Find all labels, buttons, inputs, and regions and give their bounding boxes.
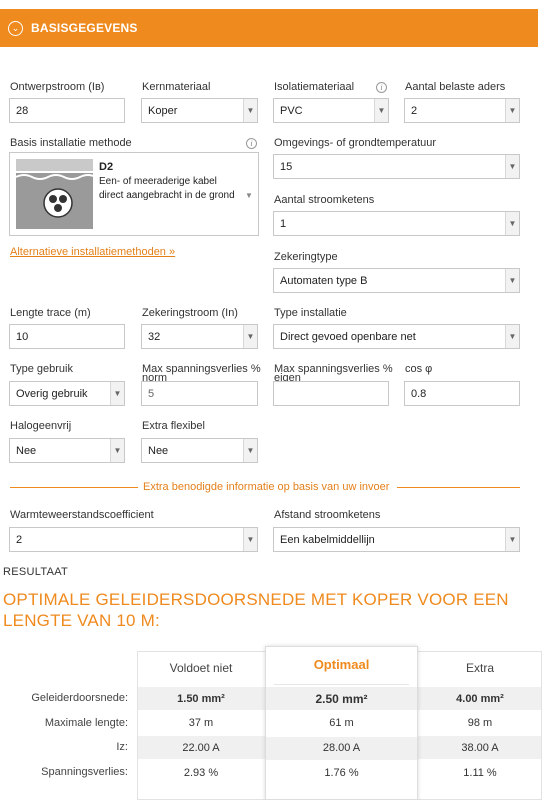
section-header-basisgegevens[interactable]: ⌄ BASISGEGEVENS xyxy=(0,9,538,47)
extra-flexibel-value: Nee xyxy=(148,444,169,457)
aantal-stroomketens-value: 1 xyxy=(280,217,287,230)
kernmateriaal-value: Koper xyxy=(148,104,178,117)
zekeringtype-select[interactable]: Automaten type B ▼ xyxy=(273,268,520,293)
chevron-circle-icon[interactable]: ⌄ xyxy=(8,20,23,36)
cell-geleiderdoorsnede-voldoet-niet: 1.50 mm² xyxy=(177,693,225,705)
type-installatie-value: Direct gevoed openbare net xyxy=(280,330,416,343)
row-label-geleiderdoorsnede: Geleiderdoorsnede: xyxy=(31,692,128,704)
buried-cable-illustration xyxy=(16,159,93,229)
divider-line-right xyxy=(397,487,520,488)
cell-iz-voldoet-niet: 22.00 A xyxy=(182,742,220,754)
column-header-optimaal: Optimaal xyxy=(313,657,370,672)
zekeringstroom-select[interactable]: 32 ▼ xyxy=(141,324,258,349)
ontwerpstroom-label: Ontwerpstroom (Iʙ) xyxy=(10,81,105,93)
extra-flexibel-label: Extra flexibel xyxy=(142,420,205,432)
section-title: BASISGEGEVENS xyxy=(31,21,138,35)
afstand-stroomketens-select[interactable]: Een kabelmiddellijn ▼ xyxy=(273,527,520,552)
zekeringstroom-value: 32 xyxy=(148,330,161,343)
row-label-spanningsverlies: Spanningsverlies: xyxy=(41,766,128,778)
chevron-down-icon: ▼ xyxy=(505,269,519,292)
cell-maximale-lengte-extra: 98 m xyxy=(467,717,493,729)
info-icon[interactable]: i xyxy=(246,138,257,149)
max-spanningsverlies-norm-input[interactable]: 5 xyxy=(141,381,258,406)
chevron-down-icon: ▼ xyxy=(505,528,519,551)
lengte-trace-label: Lengte trace (m) xyxy=(10,307,91,319)
afstand-stroomketens-value: Een kabelmiddellijn xyxy=(280,533,375,546)
result-section-label: RESULTAAT xyxy=(3,566,69,578)
afstand-stroomketens-label: Afstand stroomketens xyxy=(274,509,381,521)
halogeenvrij-label: Halogeenvrij xyxy=(10,420,72,432)
warmteweerstand-label: Warmteweerstandscoefficient xyxy=(10,509,154,521)
chevron-down-icon: ▼ xyxy=(243,528,257,551)
lengte-trace-input[interactable]: 10 xyxy=(9,324,125,349)
cell-geleiderdoorsnede-extra: 4.00 mm² xyxy=(456,693,504,705)
cell-geleiderdoorsnede-optimaal: 2.50 mm² xyxy=(315,692,368,706)
zekeringtype-label: Zekeringtype xyxy=(274,251,338,263)
type-gebruik-label: Type gebruik xyxy=(10,363,73,375)
type-gebruik-select[interactable]: Overig gebruik ▼ xyxy=(9,381,125,406)
warmteweerstand-select[interactable]: 2 ▼ xyxy=(9,527,258,552)
halogeenvrij-value: Nee xyxy=(16,444,37,457)
chevron-down-icon: ▼ xyxy=(243,99,257,122)
isolatiemateriaal-select[interactable]: PVC ▼ xyxy=(273,98,389,123)
isolatiemateriaal-label: Isolatiemateriaal xyxy=(274,81,355,93)
aantal-stroomketens-select[interactable]: 1 ▼ xyxy=(273,211,520,236)
aantal-belaste-aders-value: 2 xyxy=(411,104,418,117)
chevron-down-icon: ▼ xyxy=(110,439,124,462)
cell-spanningsverlies-optimaal: 1.76 % xyxy=(324,767,359,779)
basis-installatie-methode-label: Basis installatie methode xyxy=(10,137,132,149)
type-installatie-select[interactable]: Direct gevoed openbare net ▼ xyxy=(273,324,520,349)
alternatieve-installatiemethoden-link[interactable]: Alternatieve installatiemethoden » xyxy=(10,246,175,258)
chevron-down-icon: ▼ xyxy=(505,155,519,178)
installatie-methode-select[interactable]: D2 Een- of meeraderige kabel direct aang… xyxy=(9,152,259,236)
ontwerpstroom-input[interactable]: 28 xyxy=(9,98,125,123)
result-title: OPTIMALE GELEIDERSDOORSNEDE MET KOPER VO… xyxy=(3,590,509,630)
cell-iz-extra: 38.00 A xyxy=(461,742,499,754)
kernmateriaal-label: Kernmateriaal xyxy=(142,81,211,93)
isolatiemateriaal-value: PVC xyxy=(280,104,303,117)
methode-description-line2: direct aangebracht in de grond xyxy=(99,190,235,201)
row-label-iz: Iz: xyxy=(116,741,128,753)
omgevingstemperatuur-select[interactable]: 15 ▼ xyxy=(273,154,520,179)
cell-spanningsverlies-voldoet-niet: 2.93 % xyxy=(183,767,219,779)
cell-maximale-lengte-optimaal: 61 m xyxy=(329,717,354,729)
aantal-stroomketens-label: Aantal stroomketens xyxy=(274,194,375,206)
caret-down-icon: ▼ xyxy=(245,191,253,200)
chevron-down-icon: ▼ xyxy=(505,99,519,122)
chevron-down-icon: ▼ xyxy=(374,99,388,122)
info-icon[interactable]: i xyxy=(376,82,387,93)
omgevingstemperatuur-label: Omgevings- of grondtemperatuur xyxy=(274,137,437,149)
max-spanningsverlies-eigen-input[interactable] xyxy=(273,381,389,406)
chevron-down-icon: ▼ xyxy=(243,439,257,462)
halogeenvrij-select[interactable]: Nee ▼ xyxy=(9,438,125,463)
column-header-extra: Extra xyxy=(465,661,494,675)
warmteweerstand-value: 2 xyxy=(16,533,23,546)
cell-maximale-lengte-voldoet-niet: 37 m xyxy=(188,717,214,729)
row-label-maximale-lengte: Maximale lengte: xyxy=(44,717,128,729)
kernmateriaal-select[interactable]: Koper ▼ xyxy=(141,98,258,123)
cell-spanningsverlies-extra: 1.11 % xyxy=(463,767,497,779)
methode-description-line1: Een- of meeraderige kabel xyxy=(99,176,217,187)
chevron-down-icon: ▼ xyxy=(243,325,257,348)
methode-code: D2 xyxy=(99,161,114,173)
aantal-belaste-aders-select[interactable]: 2 ▼ xyxy=(404,98,520,123)
cell-iz-optimaal: 28.00 A xyxy=(322,742,361,754)
cos-phi-input[interactable]: 0.8 xyxy=(404,381,520,406)
extra-flexibel-select[interactable]: Nee ▼ xyxy=(141,438,258,463)
cos-phi-label: cos φ xyxy=(405,363,433,375)
chevron-down-icon: ▼ xyxy=(110,382,124,405)
chevron-down-icon: ▼ xyxy=(505,212,519,235)
type-installatie-label: Type installatie xyxy=(274,307,347,319)
type-gebruik-value: Overig gebruik xyxy=(16,387,88,400)
aantal-belaste-aders-label: Aantal belaste aders xyxy=(405,81,506,93)
chevron-down-icon: ▼ xyxy=(505,325,519,348)
zekeringstroom-label: Zekeringstroom (In) xyxy=(142,307,238,319)
divider-line-left xyxy=(10,487,138,488)
extra-info-divider-text: Extra benodigde informatie op basis van … xyxy=(143,481,390,493)
omgevingstemperatuur-value: 15 xyxy=(280,160,293,173)
zekeringtype-value: Automaten type B xyxy=(280,274,368,287)
column-header-voldoet-niet: Voldoet niet xyxy=(169,661,233,675)
